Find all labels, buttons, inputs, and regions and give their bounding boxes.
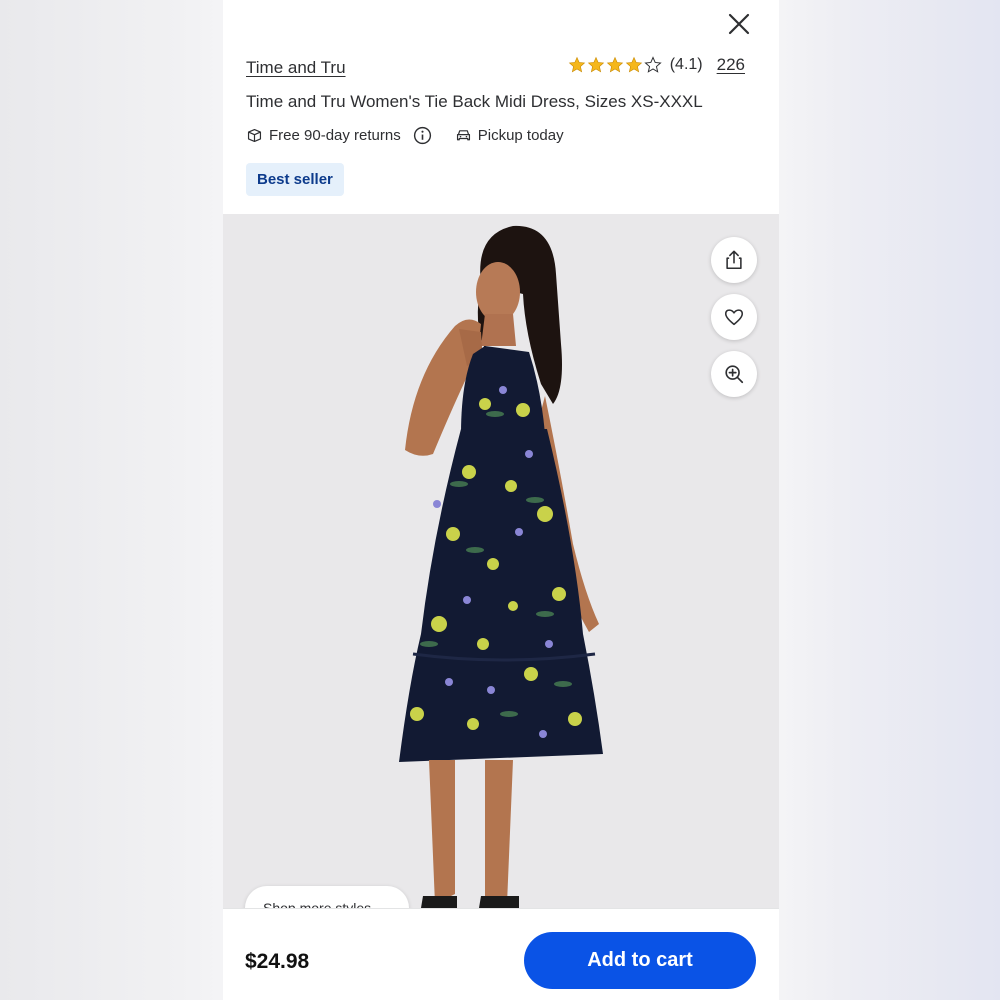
- close-icon: [728, 13, 750, 35]
- package-return-icon: [247, 128, 262, 142]
- star-full-icon: [625, 56, 642, 73]
- product-title: Time and Tru Women's Tie Back Midi Dress…: [246, 92, 703, 111]
- pickup-text: Pickup today: [477, 126, 564, 144]
- heart-icon: [724, 309, 744, 326]
- share-icon: [726, 250, 742, 270]
- star-full-icon: [568, 56, 585, 73]
- review-count-link[interactable]: 226: [717, 55, 745, 75]
- zoom-in-icon: [725, 365, 744, 384]
- returns-perk: Free 90-day returns: [246, 127, 401, 144]
- chip-label: Shop more styles: [263, 900, 372, 908]
- product-photo: [399, 225, 603, 908]
- product-quick-view: Time and Tru (4.1) 226 Time and Tru Wome…: [223, 0, 779, 1000]
- returns-info-button[interactable]: [413, 125, 433, 145]
- pickup-perk: Pickup today: [455, 127, 564, 144]
- rating-value: (4.1): [669, 56, 703, 73]
- info-icon: [414, 126, 432, 144]
- star-rating: [568, 56, 662, 74]
- close-button[interactable]: [725, 10, 753, 38]
- favorite-button[interactable]: [711, 294, 757, 340]
- car-icon: [456, 129, 470, 140]
- star-empty-icon: [644, 56, 662, 73]
- product-image-gallery[interactable]: Shop more styles: [223, 214, 779, 908]
- zoom-button[interactable]: [711, 351, 757, 397]
- star-full-icon: [606, 56, 623, 73]
- share-button[interactable]: [711, 237, 757, 283]
- fulfillment-perks: Free 90-day returns Pickup today: [246, 125, 564, 145]
- purchase-bar: $24.98 Add to cart: [223, 908, 779, 1000]
- add-to-cart-button[interactable]: Add to cart: [524, 932, 756, 989]
- star-full-icon: [587, 56, 604, 73]
- brand-link[interactable]: Time and Tru: [246, 58, 346, 78]
- returns-text: Free 90-day returns: [269, 126, 401, 144]
- shop-more-chip[interactable]: Shop more styles: [245, 886, 409, 908]
- best-seller-badge: Best seller: [246, 163, 344, 196]
- price: $24.98: [245, 950, 310, 973]
- rating-summary[interactable]: (4.1) 226: [568, 55, 745, 75]
